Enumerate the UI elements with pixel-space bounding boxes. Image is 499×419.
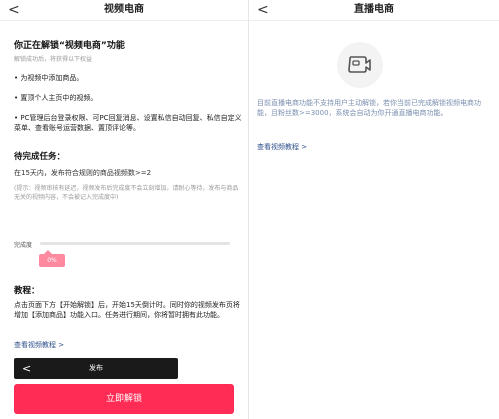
task-heading: 待完成任务： <box>14 152 66 162</box>
publish-label: 发布 <box>89 364 103 372</box>
live-video-icon-graphic <box>348 56 371 73</box>
benefit-item: • 为视频中添加商品。 <box>14 74 84 82</box>
page-title: 视频电商 <box>104 4 144 15</box>
right-nav-bar: < 直播电商 <box>249 0 499 21</box>
progress-badge: 0% <box>39 250 65 267</box>
tutorial-text: 点击页面下方【开始解锁】后，开始15天倒计时。同时你的视频发布页将增加【添加商品… <box>14 301 240 319</box>
progress-label: 完成度 <box>14 242 33 249</box>
unlock-heading: 你正在解锁“视频电商”功能 <box>14 41 125 51</box>
unlock-subheading: 解锁成功后，将获得以下权益 <box>14 56 93 63</box>
progress-track <box>40 242 230 245</box>
publish-bar[interactable]: < 发布 <box>14 358 178 379</box>
video-tutorial-link[interactable]: 查看视频教程 > <box>257 142 307 152</box>
task-tip: (提示：视频审核有延迟，视频发布后完成度不会立刻增加，请耐心等待，发布与商品无关… <box>14 185 239 201</box>
page-title: 直播电商 <box>354 4 394 15</box>
task-text: 在15天内，发布符合规则的商品视频数>=2 <box>14 169 152 177</box>
benefit-item: • 置顶个人主页中的视频。 <box>14 94 98 102</box>
video-tutorial-link[interactable]: 查看视频教程 > <box>14 340 64 350</box>
live-ecommerce-panel: < 直播电商 目前直播电商功能不支持用户主动解锁，若你当前已完成解锁视频电商功能… <box>249 0 499 419</box>
benefit-item: • PC管理后台登录权限、可PC回复消息、设置私信自动回复、私信自定义菜单、查看… <box>14 114 242 132</box>
video-ecommerce-panel: < 视频电商 你正在解锁“视频电商”功能 解锁成功后，将获得以下权益 • 为视频… <box>0 0 248 419</box>
left-nav-bar: < 视频电商 <box>0 0 248 21</box>
live-video-icon <box>337 42 383 88</box>
live-ecommerce-description: 目前直播电商功能不支持用户主动解锁，若你当前已完成解锁视频电商功能，且粉丝数>=… <box>257 99 481 117</box>
tutorial-heading: 教程： <box>14 286 40 296</box>
unlock-button[interactable]: 立即解锁 <box>14 384 234 414</box>
